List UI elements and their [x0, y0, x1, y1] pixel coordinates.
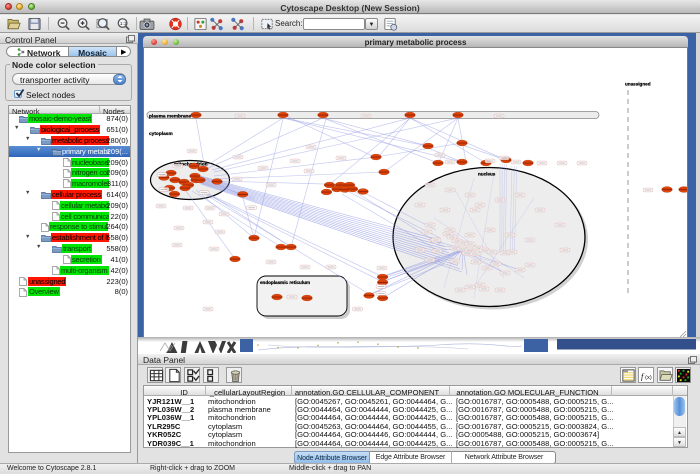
svg-text:cytoplasm: cytoplasm — [149, 131, 173, 137]
svg-text:unassigned: unassigned — [625, 82, 651, 87]
svg-text:plasma membrane: plasma membrane — [149, 113, 191, 119]
svg-text:nucleus: nucleus — [478, 172, 496, 177]
svg-text:endoplasmic reticulum: endoplasmic reticulum — [260, 280, 310, 285]
svg-text:(x): (x) — [645, 375, 652, 381]
svg-text:1:1: 1:1 — [120, 21, 127, 26]
